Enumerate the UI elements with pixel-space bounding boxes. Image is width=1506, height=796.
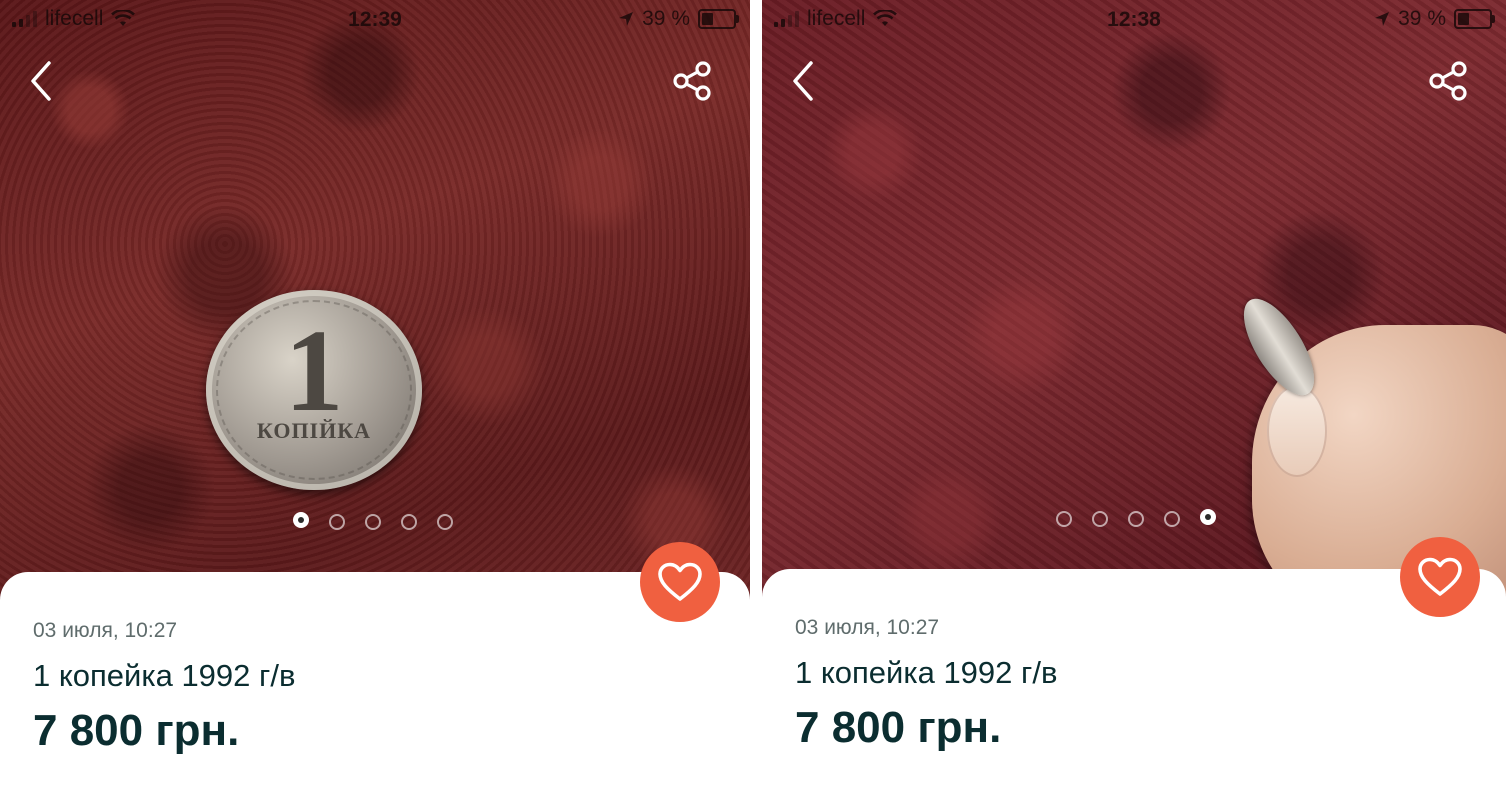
listing-screen-right: lifecell 12:38 39 % 03 июля, 10:27 1 коп…	[762, 0, 1506, 796]
battery-percent: 39 %	[1398, 7, 1446, 30]
chevron-left-icon	[31, 61, 51, 101]
carousel-dot[interactable]	[293, 512, 309, 528]
carousel-indicator	[293, 512, 453, 530]
listing-details-card: 03 июля, 10:27 1 копейка 1992 г/в 7 800 …	[0, 542, 750, 796]
coin-inscription: КОПІЙКА	[256, 418, 372, 443]
back-button[interactable]	[16, 56, 66, 106]
listing-title: 1 копейка 1992 г/в	[795, 655, 1058, 690]
favorite-button[interactable]	[640, 542, 720, 622]
heart-outline-icon	[1418, 557, 1462, 596]
heart-outline-icon	[658, 562, 702, 601]
carousel-dot[interactable]	[401, 514, 417, 530]
battery-icon	[1454, 9, 1495, 29]
listing-title: 1 копейка 1992 г/в	[33, 658, 296, 693]
carousel-dot[interactable]	[365, 514, 381, 530]
status-bar: lifecell 12:39 39 %	[0, 0, 750, 40]
listing-price: 7 800 грн.	[33, 706, 240, 755]
carousel-dot[interactable]	[1200, 509, 1216, 525]
carousel-dot[interactable]	[437, 514, 453, 530]
carousel-dot[interactable]	[329, 514, 345, 530]
share-button[interactable]	[1424, 56, 1474, 106]
thumb-image	[1267, 385, 1327, 477]
listing-date: 03 июля, 10:27	[33, 619, 178, 642]
listing-details-card: 03 июля, 10:27 1 копейка 1992 г/в 7 800 …	[762, 537, 1506, 796]
carousel-dot[interactable]	[1164, 511, 1180, 527]
location-arrow-icon	[1375, 12, 1390, 26]
coin-image: 1 КОПІЙКА	[206, 290, 422, 490]
carousel-dot[interactable]	[1056, 511, 1072, 527]
share-button[interactable]	[668, 56, 718, 106]
share-icon	[673, 61, 711, 101]
listing-date: 03 июля, 10:27	[795, 616, 940, 639]
carousel-dot[interactable]	[1128, 511, 1144, 527]
coin-denomination: 1	[284, 305, 344, 436]
favorite-button[interactable]	[1400, 537, 1480, 617]
listing-price: 7 800 грн.	[795, 703, 1002, 752]
location-arrow-icon	[619, 12, 634, 26]
battery-icon	[698, 9, 739, 29]
carousel-dot[interactable]	[1092, 511, 1108, 527]
carousel-indicator	[1056, 509, 1216, 527]
back-button[interactable]	[778, 56, 828, 106]
screenshot-divider	[750, 0, 762, 796]
share-icon	[1429, 61, 1467, 101]
status-bar: lifecell 12:38 39 %	[762, 0, 1506, 40]
battery-percent: 39 %	[642, 7, 690, 30]
chevron-left-icon	[793, 61, 813, 101]
listing-screen-left: 1 КОПІЙКА lifecell 12:39 39 % 03 июля, 1…	[0, 0, 750, 796]
